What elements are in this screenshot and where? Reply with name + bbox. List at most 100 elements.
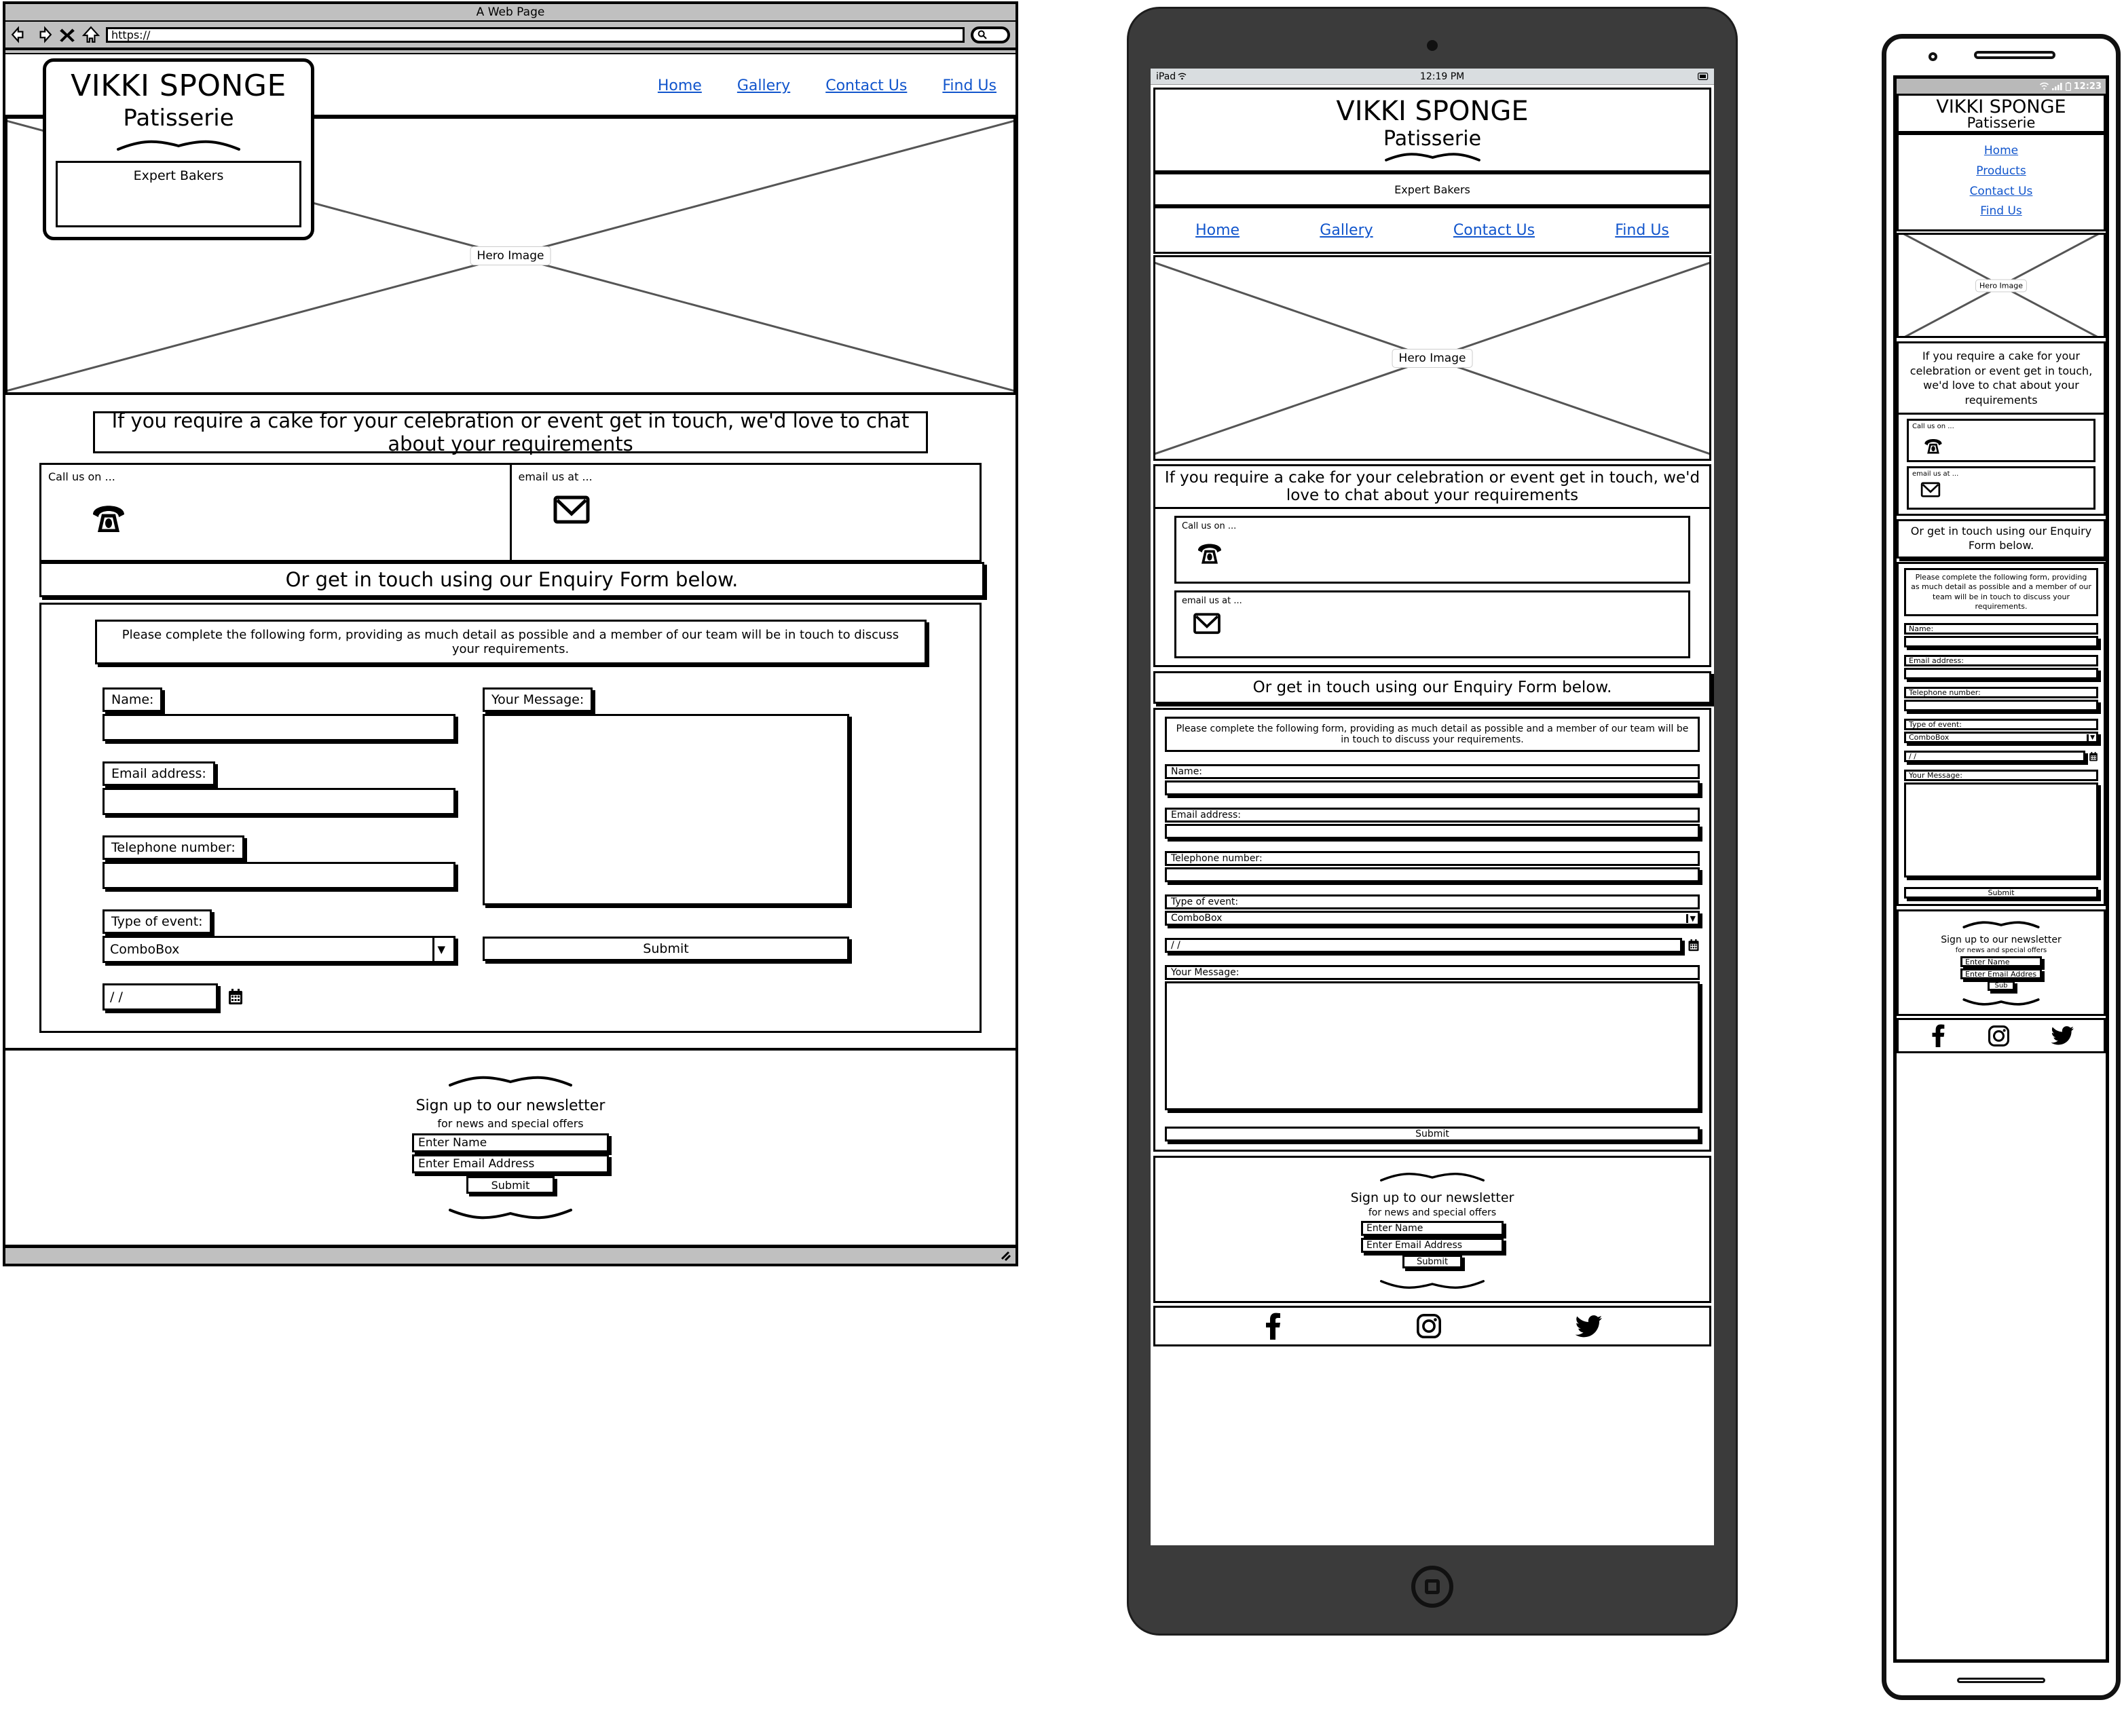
nav-link-find-us[interactable]: Find Us bbox=[942, 77, 996, 94]
message-textarea[interactable] bbox=[483, 714, 849, 905]
event-type-select[interactable]: ComboBox ▼ bbox=[1904, 732, 2098, 744]
email-input[interactable] bbox=[1165, 824, 1700, 839]
message-textarea[interactable] bbox=[1165, 981, 1700, 1110]
twitter-icon[interactable] bbox=[1575, 1315, 1602, 1338]
field-email: Email address: bbox=[1904, 655, 2098, 680]
brand-subtitle: Patisserie bbox=[1383, 127, 1482, 151]
calendar-icon[interactable] bbox=[1688, 939, 1700, 952]
nav-link-contact-us[interactable]: Contact Us bbox=[825, 77, 907, 94]
field-message: Your Message: bbox=[1904, 770, 2098, 878]
newsletter-name-input[interactable]: Enter Name bbox=[1361, 1221, 1504, 1236]
nav-link-contact-us[interactable]: Contact Us bbox=[1453, 222, 1535, 239]
newsletter-email-input[interactable]: Enter Email Address bbox=[1361, 1238, 1504, 1253]
swash-divider-icon bbox=[449, 1209, 572, 1220]
date-input[interactable]: / / bbox=[1165, 938, 1682, 953]
battery-icon bbox=[1698, 73, 1709, 80]
newsletter-submit-button[interactable]: Sub bbox=[1988, 981, 2015, 992]
nav-link-home[interactable]: Home bbox=[1195, 222, 1240, 239]
event-type-select[interactable]: ComboBox ▼ bbox=[103, 936, 455, 963]
name-label: Name: bbox=[103, 687, 163, 712]
telephone-label: Telephone number: bbox=[1904, 687, 2098, 699]
home-icon[interactable] bbox=[82, 26, 100, 43]
newsletter-subheading: for news and special offers bbox=[1368, 1207, 1497, 1218]
email-us-box: email us at ... bbox=[512, 465, 980, 560]
home-button[interactable] bbox=[1411, 1566, 1453, 1608]
brand-subtitle: Patisserie bbox=[1967, 114, 2036, 131]
field-telephone: Telephone number: bbox=[103, 835, 455, 889]
message-textarea[interactable] bbox=[1904, 782, 2098, 878]
nav-link-find-us[interactable]: Find Us bbox=[1615, 222, 1669, 239]
calendar-icon[interactable] bbox=[227, 988, 244, 1006]
nav-link-home[interactable]: Home bbox=[1984, 144, 2018, 157]
tablet-contact-group: Call us on ... email us at ... bbox=[1153, 509, 1711, 667]
desktop-browser-window: A Web Page https:// Home Gallery Contact… bbox=[3, 1, 1018, 1266]
url-text: https:// bbox=[111, 28, 151, 41]
field-name: Name: bbox=[1165, 764, 1700, 795]
name-input[interactable] bbox=[1165, 780, 1700, 795]
telephone-input[interactable] bbox=[1165, 867, 1700, 882]
hero-caption: Hero Image bbox=[470, 246, 551, 265]
email-us-box: email us at ... bbox=[1174, 590, 1690, 658]
instagram-icon[interactable] bbox=[1416, 1314, 1441, 1338]
newsletter-name-input[interactable]: Enter Name bbox=[412, 1133, 609, 1152]
newsletter-name-input[interactable]: Enter Name bbox=[1960, 956, 2042, 968]
facebook-icon[interactable] bbox=[1929, 1024, 1947, 1048]
date-input[interactable]: / / bbox=[103, 983, 218, 1011]
field-event-type: Type of event: ComboBox ▼ bbox=[103, 909, 455, 963]
nav-link-home[interactable]: Home bbox=[658, 77, 702, 94]
date-input[interactable]: / / bbox=[1904, 751, 2085, 763]
browser-toolbar: https:// bbox=[5, 22, 1016, 50]
tablet-navigation: Home Gallery Contact Us Find Us bbox=[1153, 206, 1711, 254]
submit-button[interactable]: Submit bbox=[483, 937, 849, 961]
forward-arrow-icon[interactable] bbox=[35, 26, 52, 43]
facebook-icon[interactable] bbox=[1263, 1313, 1283, 1340]
email-input[interactable] bbox=[1904, 668, 2098, 680]
brand-logo[interactable]: VIKKI SPONGE Patisserie Expert Bakers bbox=[43, 58, 314, 240]
instagram-icon[interactable] bbox=[1988, 1025, 2009, 1046]
name-input[interactable] bbox=[103, 714, 455, 741]
calendar-icon[interactable] bbox=[2089, 751, 2098, 762]
call-us-label: Call us on ... bbox=[48, 470, 115, 483]
email-input[interactable] bbox=[103, 788, 455, 815]
enquiry-form: Please complete the following form, prov… bbox=[39, 603, 982, 1033]
home-indicator[interactable] bbox=[1957, 1678, 2045, 1683]
url-bar[interactable]: https:// bbox=[106, 26, 965, 43]
name-label: Name: bbox=[1904, 623, 2098, 635]
hero-image-placeholder: Hero Image bbox=[1897, 233, 2106, 338]
search-input[interactable] bbox=[971, 26, 1010, 43]
nav-link-gallery[interactable]: Gallery bbox=[1320, 222, 1373, 239]
newsletter-email-input[interactable]: Enter Email Addres bbox=[1960, 968, 2042, 980]
hero-image-placeholder: Hero Image bbox=[1153, 255, 1711, 461]
front-camera bbox=[1929, 52, 1937, 61]
field-event-type: Type of event: ComboBox ▼ bbox=[1165, 894, 1700, 926]
telephone-icon bbox=[93, 506, 124, 533]
stop-x-icon[interactable] bbox=[58, 26, 76, 43]
newsletter-submit-button[interactable]: Submit bbox=[466, 1176, 555, 1194]
brand-tagline: Expert Bakers bbox=[56, 161, 301, 227]
form-right-column: Your Message: Submit bbox=[483, 687, 849, 1011]
mobile-contact-group: Call us on ... email us at ... bbox=[1897, 415, 2106, 516]
envelope-icon bbox=[1193, 613, 1221, 635]
field-telephone: Telephone number: bbox=[1165, 851, 1700, 882]
browser-viewport: Home Gallery Contact Us Find Us VIKKI SP… bbox=[5, 53, 1016, 1246]
battery-icon bbox=[2065, 81, 2071, 91]
newsletter-submit-button[interactable]: Submit bbox=[1402, 1255, 1462, 1268]
name-input[interactable] bbox=[1904, 636, 2098, 648]
nav-link-gallery[interactable]: Gallery bbox=[737, 77, 790, 94]
telephone-input[interactable] bbox=[1904, 700, 2098, 712]
nav-link-find-us[interactable]: Find Us bbox=[1980, 204, 2022, 218]
resize-grip-icon[interactable] bbox=[999, 1250, 1011, 1262]
newsletter-email-input[interactable]: Enter Email Address bbox=[412, 1154, 609, 1173]
telephone-input[interactable] bbox=[103, 862, 455, 889]
back-arrow-icon[interactable] bbox=[11, 26, 29, 43]
newsletter-heading: Sign up to our newsletter bbox=[1941, 935, 2062, 946]
submit-button[interactable]: Submit bbox=[1165, 1127, 1700, 1141]
twitter-icon[interactable] bbox=[2050, 1026, 2074, 1045]
nav-link-products[interactable]: Products bbox=[1976, 164, 2026, 178]
submit-button[interactable]: Submit bbox=[1904, 887, 2098, 899]
email-label: Email address: bbox=[1904, 655, 2098, 667]
nav-link-contact-us[interactable]: Contact Us bbox=[1970, 185, 2033, 198]
event-type-select[interactable]: ComboBox ▼ bbox=[1165, 911, 1700, 926]
mobile-screen: 12:23 VIKKI SPONGE Patisserie Home Produ… bbox=[1893, 75, 2109, 1663]
browser-title: A Web Page bbox=[476, 5, 545, 19]
